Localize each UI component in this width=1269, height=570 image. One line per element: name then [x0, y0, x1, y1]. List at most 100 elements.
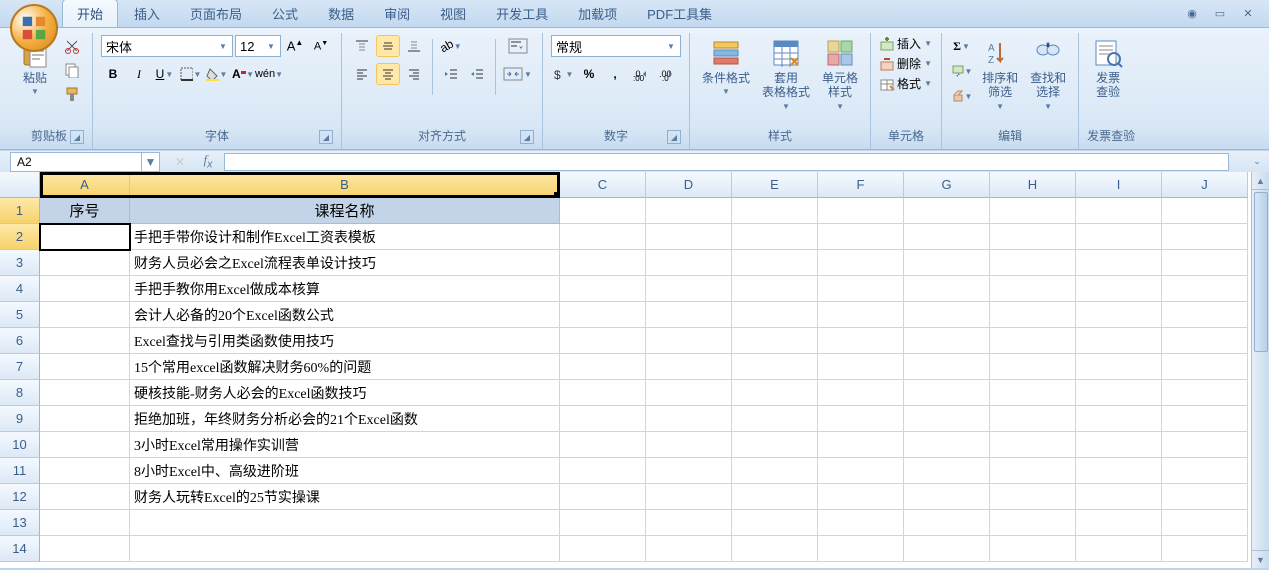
cell-I9[interactable] [1076, 406, 1162, 432]
cell-A13[interactable] [40, 510, 130, 536]
insert-cells-button[interactable]: 插入▼ [879, 35, 933, 52]
tab-9[interactable]: PDF工具集 [633, 0, 726, 27]
cell-J3[interactable] [1162, 250, 1248, 276]
cell-E6[interactable] [732, 328, 818, 354]
cell-A3[interactable] [40, 250, 130, 276]
cell-J9[interactable] [1162, 406, 1248, 432]
cell-G14[interactable] [904, 536, 990, 562]
cell-C14[interactable] [560, 536, 646, 562]
cell-B11[interactable]: 8小时Excel中、高级进阶班 [130, 458, 560, 484]
cell-I7[interactable] [1076, 354, 1162, 380]
invoice-check-button[interactable]: 发票 查验 [1087, 35, 1129, 102]
cell-H14[interactable] [990, 536, 1076, 562]
cell-I10[interactable] [1076, 432, 1162, 458]
row-header-7[interactable]: 7 [0, 354, 40, 380]
find-select-button[interactable]: 查找和 选择▼ [1026, 35, 1070, 113]
cell-J12[interactable] [1162, 484, 1248, 510]
underline-button[interactable]: U▼ [153, 63, 177, 85]
cell-C9[interactable] [560, 406, 646, 432]
minimize-ribbon-icon[interactable]: ▭ [1209, 6, 1231, 22]
launcher-icon[interactable]: ◢ [667, 130, 681, 144]
cell-I5[interactable] [1076, 302, 1162, 328]
cell-A9[interactable] [40, 406, 130, 432]
cell-H7[interactable] [990, 354, 1076, 380]
worksheet-grid[interactable]: ABCDEFGHIJ1序号课程名称2手把手带你设计和制作Excel工资表模板3财… [0, 172, 1269, 568]
cell-I13[interactable] [1076, 510, 1162, 536]
tab-4[interactable]: 数据 [314, 0, 368, 27]
conditional-format-button[interactable]: 条件格式▼ [698, 35, 754, 98]
launcher-icon[interactable]: ◢ [319, 130, 333, 144]
tab-2[interactable]: 页面布局 [176, 0, 256, 27]
align-top-button[interactable] [350, 35, 374, 57]
cell-B9[interactable]: 拒绝加班，年终财务分析必会的21个Excel函数 [130, 406, 560, 432]
border-button[interactable]: ▼ [179, 63, 203, 85]
cell-J13[interactable] [1162, 510, 1248, 536]
format-as-table-button[interactable]: 套用 表格格式▼ [758, 35, 814, 113]
cell-H6[interactable] [990, 328, 1076, 354]
cell-J1[interactable] [1162, 198, 1248, 224]
row-header-2[interactable]: 2 [0, 224, 40, 250]
cell-J5[interactable] [1162, 302, 1248, 328]
cell-D12[interactable] [646, 484, 732, 510]
chevron-down-icon[interactable]: ▼ [141, 153, 159, 171]
cell-E7[interactable] [732, 354, 818, 380]
number-format-combo[interactable]: 常规▼ [551, 35, 681, 57]
cell-J7[interactable] [1162, 354, 1248, 380]
row-header-13[interactable]: 13 [0, 510, 40, 536]
cell-D10[interactable] [646, 432, 732, 458]
cell-G3[interactable] [904, 250, 990, 276]
row-header-11[interactable]: 11 [0, 458, 40, 484]
help-icon[interactable]: ◉ [1181, 6, 1203, 22]
cell-C6[interactable] [560, 328, 646, 354]
cell-E12[interactable] [732, 484, 818, 510]
cell-E14[interactable] [732, 536, 818, 562]
delete-cells-button[interactable]: 删除▼ [879, 55, 933, 72]
cell-D7[interactable] [646, 354, 732, 380]
launcher-icon[interactable]: ◢ [70, 130, 84, 144]
cell-I14[interactable] [1076, 536, 1162, 562]
font-size-combo[interactable]: 12▼ [235, 35, 281, 57]
row-header-12[interactable]: 12 [0, 484, 40, 510]
increase-indent-button[interactable] [465, 63, 489, 85]
cell-D3[interactable] [646, 250, 732, 276]
cell-A2[interactable] [40, 224, 130, 250]
col-header-G[interactable]: G [904, 172, 990, 198]
cell-G6[interactable] [904, 328, 990, 354]
cell-B4[interactable]: 手把手教你用Excel做成本核算 [130, 276, 560, 302]
tab-7[interactable]: 开发工具 [482, 0, 562, 27]
cell-B1[interactable]: 课程名称 [130, 198, 560, 224]
row-header-1[interactable]: 1 [0, 198, 40, 224]
cell-A6[interactable] [40, 328, 130, 354]
cell-C5[interactable] [560, 302, 646, 328]
insert-function-button[interactable]: fx [196, 153, 220, 171]
cell-F8[interactable] [818, 380, 904, 406]
phonetic-button[interactable]: wén▼ [257, 63, 281, 85]
close-inner-icon[interactable]: ✕ [1237, 6, 1259, 22]
align-middle-button[interactable] [376, 35, 400, 57]
cell-B8[interactable]: 硬核技能-财务人必会的Excel函数技巧 [130, 380, 560, 406]
row-header-9[interactable]: 9 [0, 406, 40, 432]
cell-I2[interactable] [1076, 224, 1162, 250]
cell-D14[interactable] [646, 536, 732, 562]
autosum-button[interactable]: Σ▼ [950, 35, 974, 57]
decrease-decimal-button[interactable]: .00.0 [655, 63, 679, 85]
cell-F6[interactable] [818, 328, 904, 354]
cell-A14[interactable] [40, 536, 130, 562]
cell-B14[interactable] [130, 536, 560, 562]
name-box[interactable]: A2 ▼ [10, 152, 160, 172]
scroll-up-icon[interactable]: ▲ [1252, 172, 1269, 190]
office-button[interactable] [10, 4, 58, 52]
cell-C10[interactable] [560, 432, 646, 458]
merge-center-button[interactable]: ▼ [502, 63, 534, 85]
cell-C7[interactable] [560, 354, 646, 380]
sort-filter-button[interactable]: AZ 排序和 筛选▼ [978, 35, 1022, 113]
cell-J11[interactable] [1162, 458, 1248, 484]
cut-button[interactable] [60, 35, 84, 57]
wrap-text-button[interactable] [502, 35, 534, 57]
cell-G11[interactable] [904, 458, 990, 484]
cell-E10[interactable] [732, 432, 818, 458]
align-right-button[interactable] [402, 63, 426, 85]
cell-E5[interactable] [732, 302, 818, 328]
cell-C1[interactable] [560, 198, 646, 224]
col-header-C[interactable]: C [560, 172, 646, 198]
